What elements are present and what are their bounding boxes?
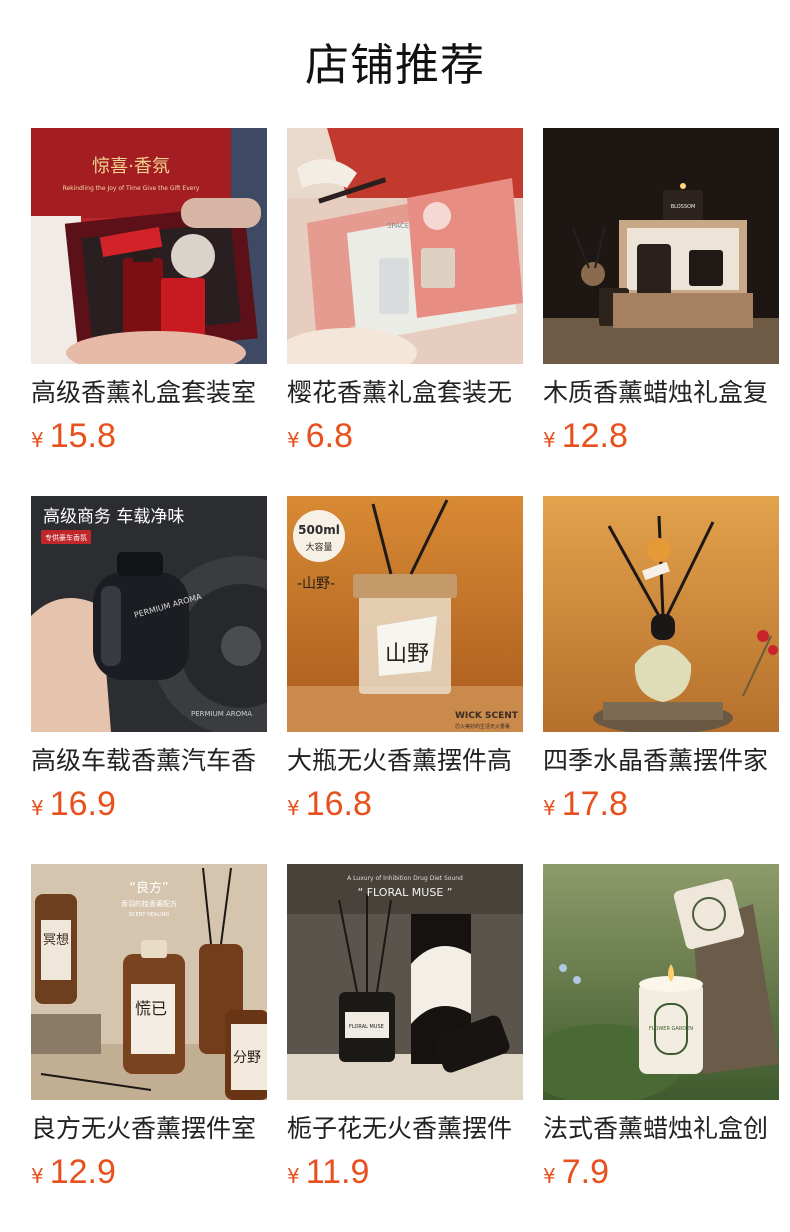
currency-symbol: ¥ [31,1164,44,1188]
bottle-label: FLORAL MUSE [349,1024,384,1030]
crystal-diffuser-image[interactable] [543,496,779,732]
currency-symbol: ¥ [543,1164,556,1188]
bottle-label-1: 冥想 [43,932,69,948]
product-price: ¥12.8 [543,416,628,456]
car-aroma-bottle-image[interactable]: 高级商务 车载净味 专供豪车香氛 PERMIUM AROMA PERMIUM A… [31,496,267,732]
product-price: ¥16.8 [287,784,372,824]
price-value: 6.8 [305,417,353,455]
product-price: ¥12.9 [31,1152,116,1192]
wooden-candle-box-image[interactable]: BLOSSOM [543,128,779,364]
price-value: 17.8 [561,785,628,823]
overlay-subtitle: Rekindling the Joy of Time Give the Gift… [63,185,200,192]
product-name[interactable]: 高级香薰礼盒套装室 [31,375,267,411]
liangfang-bottles-image[interactable]: “良方” 香羽的桂香薰配方 SCENT HEALING 冥想 慌已 分野 [31,864,267,1100]
overlay-title: “ FLORAL MUSE ” [358,886,453,899]
product-name[interactable]: 大瓶无火香薰摆件高 [287,743,523,779]
product-name[interactable]: 法式香薰蜡烛礼盒创 [543,1111,779,1147]
overlay-brand: WICK SCENT [455,711,519,721]
section-title: 店铺推荐 [305,40,485,91]
price-value: 16.9 [49,785,116,823]
product-name[interactable]: 樱花香薰礼盒套装无 [287,375,523,411]
product-name[interactable]: 高级车载香薰汽车香 [31,743,267,779]
product-name[interactable]: 良方无火香薰摆件室 [31,1111,267,1147]
reed-diffuser-large-image[interactable]: 山野 500ml 大容量 -山野- WICK SCENT 芯火美妙的生活无火香薰 [287,496,523,732]
price-value: 7.9 [561,1153,609,1191]
product-name[interactable]: 栀子花无火香薰摆件 [287,1111,523,1147]
product-price: ¥15.8 [31,416,116,456]
product-name[interactable]: 四季水晶香薰摆件家 [543,743,779,779]
french-candle-image[interactable]: FLOWER GARDEN [543,864,779,1100]
overlay-title: “良方” [129,880,168,896]
product-price: ¥6.8 [287,416,353,456]
capacity-label: 500ml [298,523,340,537]
product-price: ¥7.9 [543,1152,609,1192]
overlay-english: SCENT HEALING [129,912,170,918]
currency-symbol: ¥ [287,1164,300,1188]
currency-symbol: ¥ [543,428,556,452]
overlay-tag: SPACE [387,222,409,230]
overlay-top: A Luxury of Inhibition Drug Diet Sound [347,875,463,882]
floral-muse-image[interactable]: A Luxury of Inhibition Drug Diet Sound “… [287,864,523,1100]
overlay-footer: PERMIUM AROMA [191,710,252,718]
overlay-brand: BLOSSOM [671,204,696,210]
overlay-subtitle: 香羽的桂香薰配方 [121,899,177,908]
price-value: 16.8 [305,785,372,823]
gift-box-red-image[interactable]: 惊喜·香氛 Rekindling the Joy of Time Give th… [31,128,267,364]
bottle-label-3: 分野 [233,1050,261,1066]
currency-symbol: ¥ [31,796,44,820]
product-price: ¥11.9 [287,1152,369,1192]
overlay-title: 高级商务 车载净味 [43,507,184,527]
currency-symbol: ¥ [287,796,300,820]
currency-symbol: ¥ [543,796,556,820]
bottle-label-2: 慌已 [135,999,167,1018]
product-price: ¥17.8 [543,784,628,824]
gift-box-pink-image[interactable]: SPACE [287,128,523,364]
product-name[interactable]: 木质香薰蜡烛礼盒复 [543,375,779,411]
price-value: 11.9 [305,1153,370,1191]
capacity-sub: 大容量 [305,541,332,553]
price-value: 12.8 [561,417,628,455]
price-value: 12.9 [49,1153,116,1191]
overlay-title: 惊喜·香氛 [92,156,170,177]
overlay-subtitle: 芯火美妙的生活无火香薰 [455,723,510,730]
currency-symbol: ¥ [287,428,300,452]
price-value: 15.8 [49,417,116,455]
currency-symbol: ¥ [31,428,44,452]
overlay-label: -山野- [297,576,335,592]
candle-label: FLOWER GARDEN [649,1026,693,1032]
glass-label: 山野 [385,642,429,667]
product-price: ¥16.9 [31,784,116,824]
overlay-badge: 专供豪车香氛 [45,533,87,542]
